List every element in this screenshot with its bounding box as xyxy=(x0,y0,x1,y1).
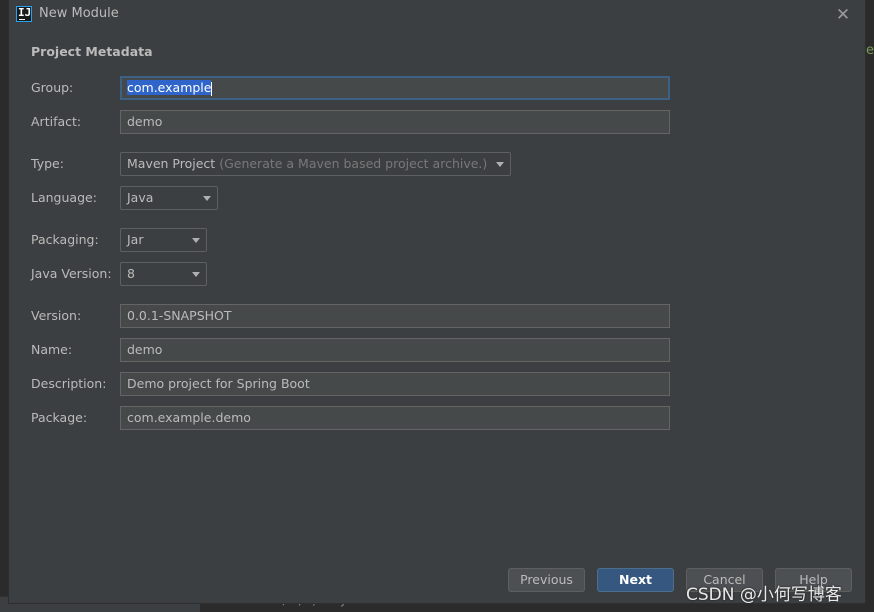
ide-background-left xyxy=(0,0,8,611)
new-module-dialog: IJ New Module ✕ Project Metadata Group: … xyxy=(8,0,866,604)
group-input[interactable]: com.example xyxy=(120,76,670,100)
description-input[interactable]: Demo project for Spring Boot xyxy=(120,372,670,396)
packaging-dropdown-value: Jar xyxy=(127,232,144,247)
group-label: Group: xyxy=(31,80,74,95)
text-caret xyxy=(211,81,213,96)
language-dropdown-value: Java xyxy=(127,190,154,205)
next-button[interactable]: Next xyxy=(597,568,674,592)
ide-background-right: e xyxy=(866,0,874,611)
dialog-titlebar[interactable]: IJ New Module ✕ xyxy=(9,0,865,30)
window-title: New Module xyxy=(39,6,119,21)
version-input[interactable]: 0.0.1-SNAPSHOT xyxy=(120,304,670,328)
intellij-app-icon: IJ xyxy=(16,6,32,22)
editor-text-fragment: e xyxy=(866,43,874,58)
artifact-label: Artifact: xyxy=(31,114,82,129)
chevron-down-icon xyxy=(496,162,504,167)
type-dropdown[interactable]: Maven Project (Generate a Maven based pr… xyxy=(120,152,511,176)
language-dropdown[interactable]: Java xyxy=(120,186,218,210)
packaging-label: Packaging: xyxy=(31,232,99,247)
java-version-dropdown-value: 8 xyxy=(127,266,135,281)
type-dropdown-hint: (Generate a Maven based project archive.… xyxy=(219,156,488,171)
type-dropdown-value: Maven Project xyxy=(127,156,216,171)
type-label: Type: xyxy=(31,156,64,171)
language-label: Language: xyxy=(31,190,97,205)
close-icon[interactable]: ✕ xyxy=(831,3,855,27)
previous-button[interactable]: Previous xyxy=(508,568,585,592)
name-label: Name: xyxy=(31,342,73,357)
artifact-input[interactable]: demo xyxy=(120,110,670,134)
chevron-down-icon xyxy=(203,196,211,201)
name-input[interactable]: demo xyxy=(120,338,670,362)
java-version-dropdown[interactable]: 8 xyxy=(120,262,207,286)
packaging-dropdown[interactable]: Jar xyxy=(120,228,207,252)
description-label: Description: xyxy=(31,376,107,391)
package-label: Package: xyxy=(31,410,88,425)
java-version-label: Java Version: xyxy=(31,266,112,281)
section-title: Project Metadata xyxy=(31,44,153,59)
version-label: Version: xyxy=(31,308,82,323)
chevron-down-icon xyxy=(192,238,200,243)
package-input[interactable]: com.example.demo xyxy=(120,406,670,430)
group-input-value: com.example xyxy=(127,80,212,95)
chevron-down-icon xyxy=(192,272,200,277)
csdn-watermark: CSDN @小何写博客 xyxy=(686,585,842,605)
